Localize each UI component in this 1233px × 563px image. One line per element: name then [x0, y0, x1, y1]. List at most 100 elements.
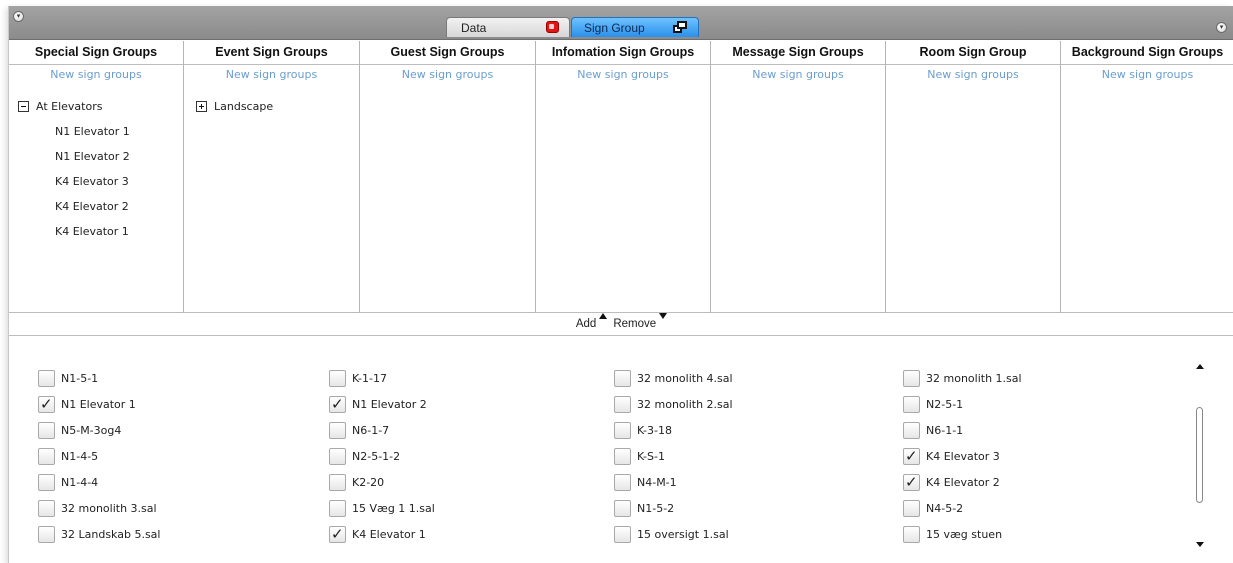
sign-checkbox[interactable]: ✓ — [38, 395, 55, 413]
new-sign-groups-link[interactable]: New sign groups — [536, 68, 710, 81]
column-header: Room Sign Group — [886, 41, 1060, 65]
column-special-sign-groups: Special Sign Groups New sign groups At E… — [9, 41, 184, 313]
scroll-down-arrow-icon[interactable] — [1196, 542, 1204, 547]
remove-label: Remove — [613, 318, 657, 330]
tab-sign-group[interactable]: Sign Group — [571, 17, 699, 37]
tree-node-at-elevators[interactable]: At Elevators — [18, 100, 102, 113]
sign-label: N6-1-7 — [352, 424, 390, 437]
sign-label: N4-5-2 — [926, 502, 964, 515]
checkmark-icon: ✓ — [331, 395, 344, 413]
new-sign-groups-link[interactable]: New sign groups — [360, 68, 535, 81]
sign-checkbox[interactable]: ✓ — [38, 474, 55, 491]
new-sign-groups-link[interactable]: New sign groups — [711, 68, 885, 81]
new-sign-groups-link[interactable]: New sign groups — [886, 68, 1060, 81]
tree-child-item[interactable]: K4 Elevator 1 — [55, 225, 129, 238]
sign-checkbox[interactable]: ✓ — [614, 474, 631, 491]
sign-group-columns: Special Sign Groups New sign groups At E… — [9, 41, 1233, 313]
sign-label: 32 monolith 1.sal — [926, 372, 1022, 385]
sign-label: N1-4-4 — [61, 476, 99, 489]
sign-checkbox[interactable]: ✓ — [38, 526, 55, 543]
column-message-sign-groups: Message Sign Groups New sign groups — [711, 41, 886, 313]
sign-checkbox[interactable]: ✓ — [38, 422, 55, 439]
column-event-sign-groups: Event Sign Groups New sign groups Landsc… — [184, 41, 360, 313]
sign-label: K4 Elevator 2 — [926, 476, 1000, 489]
sign-checklist: ✓ N1-5-1 ✓ N1 Elevator 1 ✓ N5-M-3og4 ✓ N1-4-5 ✓ N… — [9, 337, 1233, 563]
sign-checkbox[interactable]: ✓ — [614, 422, 631, 439]
checkmark-icon: ✓ — [905, 473, 918, 491]
sign-label: N6-1-1 — [926, 424, 964, 437]
tree-child-item[interactable]: N1 Elevator 1 — [55, 125, 130, 138]
sign-label: 32 monolith 4.sal — [637, 372, 733, 385]
checkmark-icon: ✓ — [40, 395, 53, 413]
sign-checkbox[interactable]: ✓ — [329, 370, 346, 387]
sign-checkbox[interactable]: ✓ — [38, 448, 55, 465]
tree-child-item[interactable]: N1 Elevator 2 — [55, 150, 130, 163]
sign-checkbox[interactable]: ✓ — [614, 500, 631, 517]
sign-checkbox[interactable]: ✓ — [329, 448, 346, 465]
sign-checkbox[interactable]: ✓ — [614, 448, 631, 465]
sign-label: K2-20 — [352, 476, 385, 489]
add-remove-bar: Add Remove — [9, 313, 1233, 336]
add-button[interactable]: Add — [576, 313, 613, 336]
sign-label: 32 monolith 3.sal — [61, 502, 157, 515]
column-header: Guest Sign Groups — [360, 41, 535, 65]
sign-checkbox[interactable]: ✓ — [329, 525, 346, 543]
column-information-sign-groups: Infomation Sign Groups New sign groups — [536, 41, 711, 313]
tab-data[interactable]: Data — [446, 17, 570, 37]
column-header: Background Sign Groups — [1061, 41, 1233, 65]
collapse-left-icon[interactable]: ▾ — [13, 11, 24, 22]
tree-node-label: At Elevators — [36, 100, 103, 113]
sign-checkbox[interactable]: ✓ — [38, 500, 55, 517]
scroll-up-arrow-icon[interactable] — [1196, 364, 1204, 369]
sign-label: K4 Elevator 1 — [352, 528, 426, 541]
sign-checkbox[interactable]: ✓ — [903, 447, 920, 465]
sign-checkbox[interactable]: ✓ — [614, 526, 631, 543]
sign-checkbox[interactable]: ✓ — [903, 473, 920, 491]
column-background-sign-groups: Background Sign Groups New sign groups — [1061, 41, 1233, 313]
sign-label: N1-5-1 — [61, 372, 99, 385]
sign-checkbox[interactable]: ✓ — [329, 422, 346, 439]
tab-bar: ▾ Data Sign Group ▾ — [9, 6, 1233, 40]
column-header: Event Sign Groups — [184, 41, 359, 65]
sign-checkbox[interactable]: ✓ — [903, 526, 920, 543]
sign-label: N5-M-3og4 — [61, 424, 122, 437]
tab-sign-group-label: Sign Group — [584, 21, 645, 35]
remove-button[interactable]: Remove — [613, 313, 668, 336]
sign-label: N1-4-5 — [61, 450, 99, 463]
tree-child-item[interactable]: K4 Elevator 2 — [55, 200, 129, 213]
tree-node-landscape[interactable]: Landscape — [196, 100, 273, 113]
sign-label: K-S-1 — [637, 450, 665, 463]
checkmark-icon: ✓ — [905, 447, 918, 465]
sign-label: 15 Væg 1 1.sal — [352, 502, 435, 515]
popout-icon[interactable] — [673, 21, 687, 33]
sign-checkbox[interactable]: ✓ — [903, 370, 920, 387]
arrow-up-icon — [599, 313, 608, 319]
sign-checkbox[interactable]: ✓ — [614, 370, 631, 387]
collapse-right-icon[interactable]: ▾ — [1216, 22, 1227, 33]
sign-checkbox[interactable]: ✓ — [38, 370, 55, 387]
sign-checkbox[interactable]: ✓ — [329, 395, 346, 413]
sign-label: 32 monolith 2.sal — [637, 398, 733, 411]
sign-checkbox[interactable]: ✓ — [903, 422, 920, 439]
sign-group-window: ▾ Data Sign Group ▾ Special Sign Groups … — [8, 6, 1233, 563]
checkmark-icon: ✓ — [331, 525, 344, 543]
collapse-node-icon[interactable] — [18, 101, 29, 112]
tree-child-item[interactable]: K4 Elevator 3 — [55, 175, 129, 188]
sign-checkbox[interactable]: ✓ — [614, 396, 631, 413]
sign-label: N1-5-2 — [637, 502, 675, 515]
new-sign-groups-link[interactable]: New sign groups — [184, 68, 359, 81]
expand-node-icon[interactable] — [196, 101, 207, 112]
new-sign-groups-link[interactable]: New sign groups — [9, 68, 183, 81]
sign-label: K4 Elevator 3 — [926, 450, 1000, 463]
sign-checkbox[interactable]: ✓ — [903, 500, 920, 517]
column-header: Special Sign Groups — [9, 41, 183, 65]
sign-label: 15 oversigt 1.sal — [637, 528, 729, 541]
sign-checkbox[interactable]: ✓ — [903, 396, 920, 413]
column-guest-sign-groups: Guest Sign Groups New sign groups — [360, 41, 536, 313]
new-sign-groups-link[interactable]: New sign groups — [1061, 68, 1233, 81]
scrollbar-thumb[interactable] — [1196, 407, 1203, 503]
sign-checkbox[interactable]: ✓ — [329, 474, 346, 491]
sign-label: N1 Elevator 2 — [352, 398, 427, 411]
close-icon[interactable] — [546, 21, 559, 33]
sign-checkbox[interactable]: ✓ — [329, 500, 346, 517]
